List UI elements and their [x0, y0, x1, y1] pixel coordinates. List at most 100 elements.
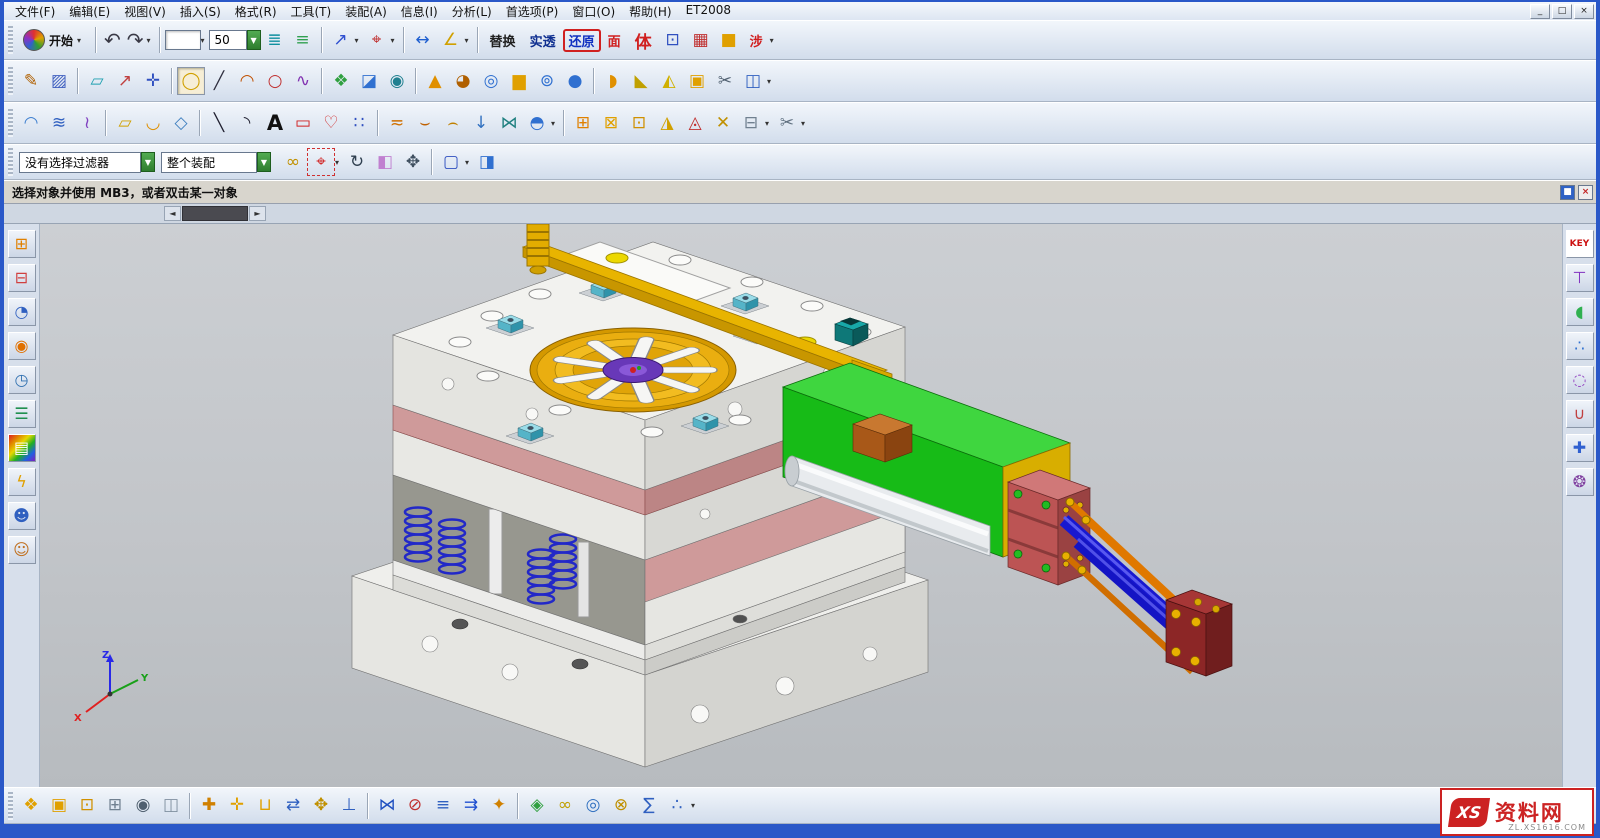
eraser-icon[interactable]: ◧: [371, 148, 399, 176]
hole-icon[interactable]: ◎: [477, 67, 505, 95]
trim-body-icon[interactable]: ✂: [711, 67, 739, 95]
ruled-surface-icon[interactable]: ◠: [17, 109, 45, 137]
constraint-navigator-icon[interactable]: ⊟: [8, 264, 36, 292]
menu-information[interactable]: 信息(I): [394, 2, 445, 21]
offset-curve-icon[interactable]: ≂: [383, 109, 411, 137]
bounded-plane-icon[interactable]: ▱: [111, 109, 139, 137]
gear-rack[interactable]: [527, 224, 549, 274]
assembly-constraints-icon[interactable]: ⊥: [335, 792, 363, 820]
start-button[interactable]: 开始 ▾: [17, 27, 91, 53]
layer-spinner[interactable]: 50: [209, 30, 247, 50]
arrangements-icon[interactable]: ≡: [429, 792, 457, 820]
interpart-expressions-icon[interactable]: ∞: [551, 792, 579, 820]
intersection-curve-icon[interactable]: ⋈: [495, 109, 523, 137]
subtract-icon[interactable]: ◪: [355, 67, 383, 95]
face-blend-icon[interactable]: ◡: [139, 109, 167, 137]
replace-button[interactable]: 替换: [483, 28, 523, 53]
sphere-icon[interactable]: ●: [561, 67, 589, 95]
intersect-icon[interactable]: ◉: [383, 67, 411, 95]
shaded-view-icon[interactable]: ◨: [473, 148, 501, 176]
delete-face-icon[interactable]: ✕: [709, 109, 737, 137]
csys-constructor-icon[interactable]: ⌖: [363, 26, 391, 54]
marquee-select-icon[interactable]: ▢: [437, 148, 465, 176]
cylinder-icon[interactable]: ⊚: [533, 67, 561, 95]
open-assembly-icon[interactable]: ▣: [45, 792, 73, 820]
snapshot-icon[interactable]: ◉: [129, 792, 157, 820]
vector-constructor-icon[interactable]: ↗: [327, 26, 355, 54]
revolve-icon[interactable]: ◕: [449, 67, 477, 95]
component-preview-icon[interactable]: ⊡: [73, 792, 101, 820]
unite-icon[interactable]: ❖: [327, 67, 355, 95]
studio-spline-icon[interactable]: ∿: [289, 67, 317, 95]
menu-preferences[interactable]: 首选项(P): [499, 2, 566, 21]
create-parent-icon[interactable]: ⊔: [251, 792, 279, 820]
interpart-link-icon[interactable]: ∞: [279, 148, 307, 176]
dimension-tool-icon[interactable]: ⊤: [1566, 264, 1594, 292]
scroll-thumb[interactable]: [182, 206, 248, 221]
assembly-navigator-icon[interactable]: ⊞: [8, 230, 36, 258]
menu-analysis[interactable]: 分析(L): [445, 2, 499, 21]
shell-icon[interactable]: ▣: [683, 67, 711, 95]
roles-icon[interactable]: ☻: [8, 502, 36, 530]
replace-component-icon[interactable]: ⇄: [279, 792, 307, 820]
model-canvas[interactable]: Z Y X: [40, 224, 1562, 787]
start-dropdown-icon[interactable]: ▾: [77, 36, 85, 45]
draft-icon[interactable]: ◭: [655, 67, 683, 95]
move-component-icon[interactable]: ✥: [307, 792, 335, 820]
section-curve-icon-dropdown-icon[interactable]: ▾: [551, 119, 559, 128]
bridge-curve-icon[interactable]: ⌣: [411, 109, 439, 137]
menu-et2008[interactable]: ET2008: [679, 2, 738, 21]
explode-component-icon[interactable]: ❖: [17, 792, 45, 820]
cut-face-icon-dropdown-icon[interactable]: ▾: [801, 119, 809, 128]
color-dropdown-icon[interactable]: ▾: [201, 36, 209, 45]
part-navigator-icon[interactable]: ◔: [8, 298, 36, 326]
circle-icon[interactable]: ○: [261, 67, 289, 95]
mirror-assembly-icon[interactable]: ⋈: [373, 792, 401, 820]
measure-angle-icon[interactable]: ∠: [437, 26, 465, 54]
sketch-icon[interactable]: ✎: [17, 67, 45, 95]
resize-blend-icon[interactable]: ◮: [653, 109, 681, 137]
close-prompt-icon[interactable]: ×: [1578, 185, 1593, 200]
copy-object-icon[interactable]: ⊡: [659, 26, 687, 54]
measure-distance-icon[interactable]: ↔: [409, 26, 437, 54]
selection-filter-dropdown[interactable]: 没有选择过滤器: [19, 152, 141, 173]
text-icon[interactable]: A: [261, 109, 289, 137]
redo-dropdown-icon[interactable]: ▾: [147, 36, 155, 45]
restore-button[interactable]: □: [1552, 4, 1572, 19]
layer-spinner-arrow-icon[interactable]: ▼: [247, 30, 261, 50]
shaded-cube-icon[interactable]: ■: [715, 26, 743, 54]
extrude-icon[interactable]: ▲: [421, 67, 449, 95]
face-display-button[interactable]: 面: [601, 28, 628, 53]
dotted-sphere-icon[interactable]: ◌: [1566, 366, 1594, 394]
ball-joint-icon[interactable]: ❂: [1566, 468, 1594, 496]
join-curve-icon[interactable]: ⌢: [439, 109, 467, 137]
menu-insert[interactable]: 插入(S): [173, 2, 228, 21]
body-display-button[interactable]: 体: [628, 25, 659, 56]
cylinder-end-plate[interactable]: [1166, 590, 1232, 676]
datum-plane-icon[interactable]: ▱: [83, 67, 111, 95]
snap-point-icon[interactable]: ⌖: [307, 148, 335, 176]
information-window-icon[interactable]: ☰: [8, 400, 36, 428]
color-swatch[interactable]: [165, 30, 201, 50]
suppress-component-icon[interactable]: ⊘: [401, 792, 429, 820]
reorder-blend-icon[interactable]: ◬: [681, 109, 709, 137]
rotor-disc[interactable]: [530, 328, 736, 412]
n-sided-surface-icon[interactable]: ◇: [167, 109, 195, 137]
drag-handle[interactable]: [8, 67, 13, 95]
datum-axis-icon[interactable]: ↗: [111, 67, 139, 95]
menu-file[interactable]: 文件(F): [8, 2, 62, 21]
test-tube-icon[interactable]: ∪: [1566, 400, 1594, 428]
scroll-left-icon[interactable]: ◄: [164, 206, 181, 221]
snap-point-icon-dropdown-icon[interactable]: ▾: [335, 158, 343, 167]
split-body-icon[interactable]: ◫: [739, 67, 767, 95]
sequence-icon[interactable]: ⇉: [457, 792, 485, 820]
selection-scope-arrow-icon[interactable]: ▼: [257, 152, 271, 172]
point-set-icon[interactable]: ∷: [345, 109, 373, 137]
measure-angle-icon-dropdown-icon[interactable]: ▾: [465, 36, 473, 45]
selection-filter-arrow-icon[interactable]: ▼: [141, 152, 155, 172]
yellow-plug[interactable]: [606, 253, 628, 263]
orbit-icon[interactable]: ↻: [343, 148, 371, 176]
layer-visible-icon[interactable]: ≡: [289, 26, 317, 54]
point-icon[interactable]: ✛: [139, 67, 167, 95]
spheres-icon[interactable]: ∴: [1566, 332, 1594, 360]
